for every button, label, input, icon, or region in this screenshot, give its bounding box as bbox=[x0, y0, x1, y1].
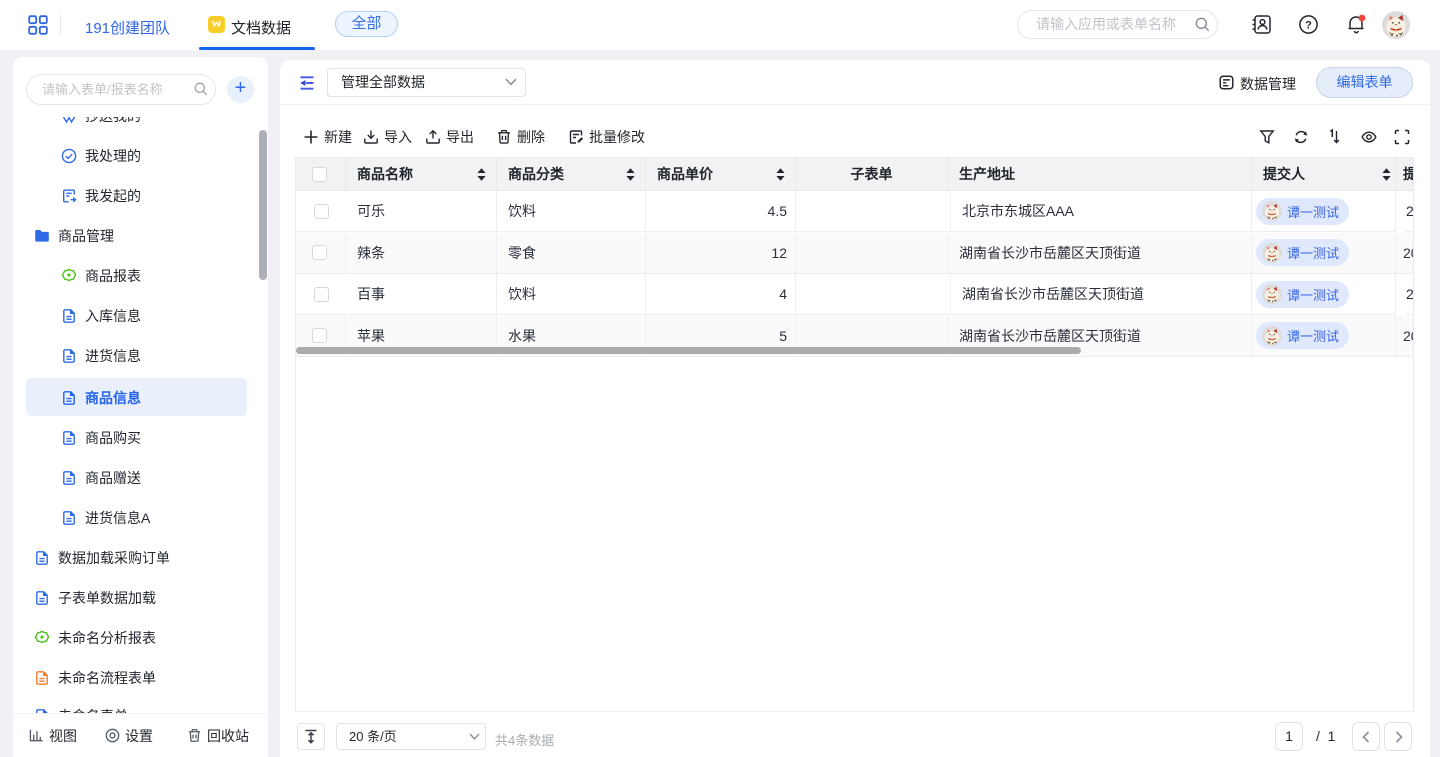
svg-text:?: ? bbox=[1305, 20, 1312, 32]
